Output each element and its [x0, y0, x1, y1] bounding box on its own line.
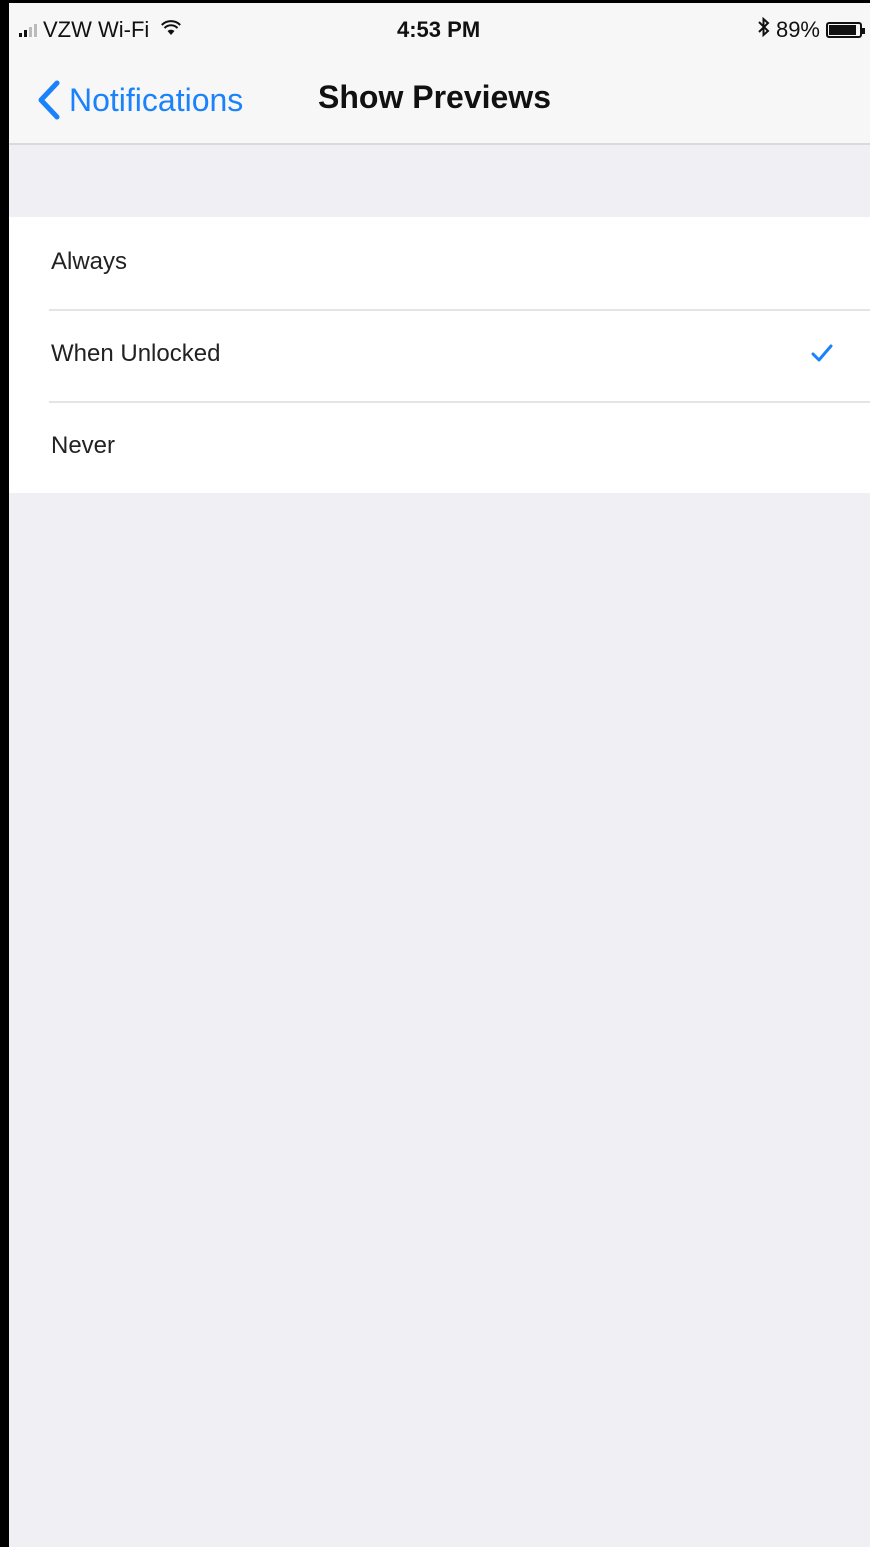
status-bar: VZW Wi-Fi 4:53 PM 89%: [9, 3, 870, 63]
back-button-label: Notifications: [69, 81, 244, 118]
option-when-unlocked[interactable]: When Unlocked: [9, 309, 870, 401]
battery-tip: [862, 28, 865, 34]
chevron-left-icon: [38, 80, 60, 120]
status-right: 89%: [758, 16, 865, 43]
option-label: Never: [51, 432, 116, 459]
preview-options-list: Always When Unlocked Never: [9, 217, 870, 493]
status-time: 4:53 PM: [397, 17, 481, 42]
option-never[interactable]: Never: [9, 401, 870, 493]
navigation-bar: Notifications Show Previews: [9, 63, 870, 145]
signal-bars-icon: [19, 23, 37, 37]
settings-screen: VZW Wi-Fi 4:53 PM 89% Notifications Show…: [0, 0, 870, 1547]
back-button[interactable]: Notifications: [35, 79, 243, 121]
bluetooth-icon: [758, 16, 770, 43]
carrier-label: VZW Wi-Fi: [43, 17, 150, 42]
battery-percent: 89%: [775, 17, 820, 42]
checkmark-icon: [811, 344, 833, 362]
status-left: VZW Wi-Fi: [19, 17, 182, 43]
option-label: Always: [51, 248, 128, 275]
page-title: Show Previews: [318, 79, 551, 115]
option-label: When Unlocked: [51, 340, 221, 367]
wifi-icon: [161, 19, 182, 42]
battery-fill: [829, 25, 856, 35]
option-always[interactable]: Always: [9, 217, 870, 309]
battery-icon: [826, 22, 865, 38]
